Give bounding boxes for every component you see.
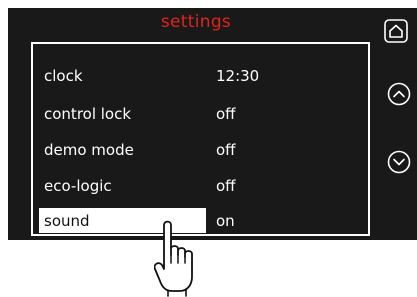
menu-item-value: 12:30: [216, 67, 260, 85]
settings-screen: settings clock 12:30 control lock off de…: [8, 8, 417, 240]
menu-item-label: eco-logic: [44, 177, 112, 195]
scroll-up-button[interactable]: [387, 82, 411, 106]
settings-menu: clock 12:30 control lock off demo mode o…: [31, 42, 370, 236]
menu-item-control-lock[interactable]: control lock off: [39, 101, 364, 126]
menu-item-eco-logic[interactable]: eco-logic off: [39, 173, 364, 198]
page-title: settings: [160, 12, 232, 32]
menu-item-label: control lock: [44, 105, 132, 123]
menu-item-label: sound: [44, 212, 90, 230]
menu-item-value: off: [216, 177, 236, 195]
home-icon: [384, 19, 408, 43]
pointing-hand-icon: [154, 220, 193, 297]
menu-item-label: clock: [44, 67, 83, 85]
menu-item-clock[interactable]: clock 12:30: [39, 63, 364, 88]
menu-item-demo-mode[interactable]: demo mode off: [39, 137, 364, 162]
menu-item-value: off: [216, 105, 236, 123]
menu-item-value: off: [216, 141, 236, 159]
menu-item-value: on: [216, 212, 235, 230]
chevron-up-circle-icon: [387, 82, 411, 106]
scroll-down-button[interactable]: [387, 150, 411, 174]
menu-item-label: demo mode: [44, 141, 134, 159]
home-button[interactable]: [384, 19, 408, 43]
chevron-down-circle-icon: [387, 150, 411, 174]
